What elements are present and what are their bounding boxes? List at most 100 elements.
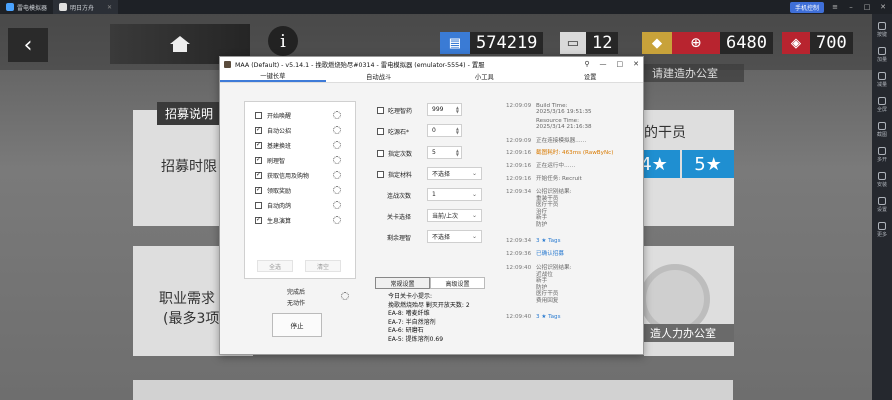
medicine-option[interactable]: 吃理智药 [377, 103, 412, 117]
close-icon[interactable]: ✕ [633, 60, 639, 68]
checkbox[interactable]: ✓ [255, 126, 262, 134]
emulator-sidebar: 按键 加量 减量 全屏 截图 多开 安装 设置 更多 [872, 14, 892, 400]
checkbox[interactable]: ✓ [255, 156, 262, 164]
remain-select[interactable]: 不选择 ⌄ [427, 230, 482, 243]
stone-option[interactable]: 吃源石* [377, 124, 409, 138]
permit-icon: ▭ [560, 32, 586, 54]
sidebar-item-volume-down[interactable]: 减量 [877, 72, 887, 94]
sidebar-item-settings[interactable]: 设置 [877, 197, 887, 219]
after-action-select[interactable]: 无动作 [287, 298, 305, 307]
tip-line: EA-6: 研磨石 [388, 327, 424, 335]
spinner-icon[interactable]: ▲ ▼ [456, 149, 459, 157]
checkbox[interactable] [377, 127, 384, 135]
tip-line: 挽歌燃烧殆尽 剿灭开放天数: 2 [388, 301, 470, 309]
emulator-tab-label: 雷电模拟器 [17, 4, 48, 12]
close-icon[interactable]: ✕ [878, 3, 888, 11]
gear-icon[interactable] [333, 141, 341, 149]
back-button[interactable]: ‹ [8, 28, 48, 62]
checkbox[interactable] [377, 149, 384, 157]
home-icon [170, 36, 190, 52]
info-button[interactable]: i [268, 26, 298, 56]
gear-icon[interactable] [333, 186, 341, 194]
stage-select[interactable]: 当前/上次 ⌄ [427, 209, 482, 222]
checkbox[interactable]: ✓ [255, 141, 262, 149]
remote-control-button[interactable]: 手机控制 [789, 1, 824, 13]
tab-tools[interactable]: 小工具 [432, 71, 538, 82]
spinner-icon[interactable]: ▲ ▼ [456, 127, 459, 135]
clear-button[interactable]: 清空 [305, 260, 341, 272]
log-time: 12:09:09 [506, 138, 532, 144]
general-settings-tab[interactable]: 常规设置 [375, 277, 430, 289]
menu-icon[interactable]: ≡ [830, 3, 840, 11]
apk-icon [877, 172, 886, 180]
close-tab-icon[interactable]: ✕ [107, 4, 112, 11]
gear-icon[interactable] [341, 292, 349, 300]
bottom-card [133, 380, 733, 400]
spinner-icon[interactable]: ▲ ▼ [456, 106, 459, 114]
gear-icon[interactable] [333, 126, 341, 134]
gear-icon[interactable] [333, 216, 341, 224]
log-row: 12:09:16 正在运行中…… [506, 163, 640, 170]
sidebar-item-volume-up[interactable]: 加量 [877, 47, 887, 69]
log-message: 正在连接模拟器…… [536, 138, 587, 144]
stone-input[interactable]: 0 ▲ ▼ [427, 124, 462, 137]
multi-window-icon [877, 147, 886, 155]
tab-settings[interactable]: 设置 [537, 71, 643, 82]
gear-icon[interactable] [333, 111, 341, 119]
task-mall[interactable]: ✓ 获取信用及购物 [255, 170, 309, 180]
tip-line: 今日关卡小提示: [388, 293, 433, 300]
task-wake-up[interactable]: 开始唤醒 [255, 110, 291, 120]
stop-button[interactable]: 停止 [272, 313, 322, 337]
task-fight[interactable]: ✓ 刷理智 [255, 155, 285, 165]
minimize-icon[interactable]: — [600, 60, 607, 68]
material-select[interactable]: 不选择 ⌄ [427, 167, 482, 180]
series-select[interactable]: 1 ⌄ [427, 188, 482, 201]
checkbox[interactable]: ✓ [255, 216, 262, 224]
checkbox[interactable] [255, 201, 262, 209]
medicine-input[interactable]: 999 ▲ ▼ [427, 103, 462, 116]
sidebar-item-multi[interactable]: 多开 [877, 147, 887, 169]
log-message: 开始任务: Recruit [536, 176, 582, 182]
task-award[interactable]: ✓ 领取奖励 [255, 185, 291, 195]
task-infrast[interactable]: ✓ 基建换班 [255, 140, 291, 150]
gear-icon[interactable] [333, 201, 341, 209]
log-time [506, 222, 536, 229]
log-row: 防护 [506, 222, 640, 229]
advanced-settings-tab[interactable]: 高级设置 [430, 277, 485, 289]
emulator-tab-game[interactable]: 明日方舟 ✕ [53, 0, 119, 14]
resource-originite[interactable]: ◈ 700 [782, 32, 853, 54]
star-5-tag[interactable]: 5★ [682, 150, 734, 178]
sidebar-item-install[interactable]: 安装 [877, 172, 887, 194]
sidebar-item-fullscreen[interactable]: 全屏 [877, 97, 887, 119]
times-input[interactable]: 5 ▲ ▼ [427, 146, 462, 159]
hr-office-card[interactable]: 造人力办公室 [640, 246, 734, 356]
minimize-icon[interactable]: – [846, 3, 856, 11]
pin-icon[interactable]: ⚲ [584, 60, 589, 68]
task-reclamation[interactable]: ✓ 生息演算 [255, 215, 291, 225]
gear-icon[interactable] [333, 171, 341, 179]
gear-icon[interactable] [333, 156, 341, 164]
resource-lmd[interactable]: ▤ 574219 [440, 32, 544, 54]
task-recruit[interactable]: ✓ 自动公招 [255, 125, 291, 135]
checkbox[interactable] [255, 111, 262, 119]
maximize-icon[interactable]: □ [862, 3, 872, 11]
checkbox[interactable] [377, 170, 384, 178]
emulator-tab-home[interactable]: 雷电模拟器 [0, 0, 53, 14]
tab-auto-battle[interactable]: 自动战斗 [326, 71, 432, 82]
checkbox[interactable] [377, 106, 384, 114]
sidebar-item-keys[interactable]: 按键 [877, 22, 887, 44]
checkbox[interactable]: ✓ [255, 186, 262, 194]
material-option[interactable]: 指定材料 [377, 167, 412, 181]
resource-permit[interactable]: ▭ 12 [560, 32, 619, 54]
times-option[interactable]: 指定次数 [377, 146, 412, 160]
checkbox[interactable]: ✓ [255, 171, 262, 179]
tab-one-click[interactable]: 一键长草 [220, 71, 326, 82]
sidebar-item-screenshot[interactable]: 截图 [877, 122, 887, 144]
resource-orundum[interactable]: ◆ ⊕ 6480 [642, 32, 773, 54]
task-roguelike[interactable]: 自动肉鸽 [255, 200, 291, 210]
maximize-icon[interactable]: □ [617, 60, 624, 68]
sidebar-item-more[interactable]: 更多 [877, 222, 887, 244]
recruit-tip-label[interactable]: 招募说明 [157, 102, 222, 125]
select-all-button[interactable]: 全选 [257, 260, 293, 272]
log-message: 截图耗时: 463ms (RawByNc) [536, 150, 614, 156]
